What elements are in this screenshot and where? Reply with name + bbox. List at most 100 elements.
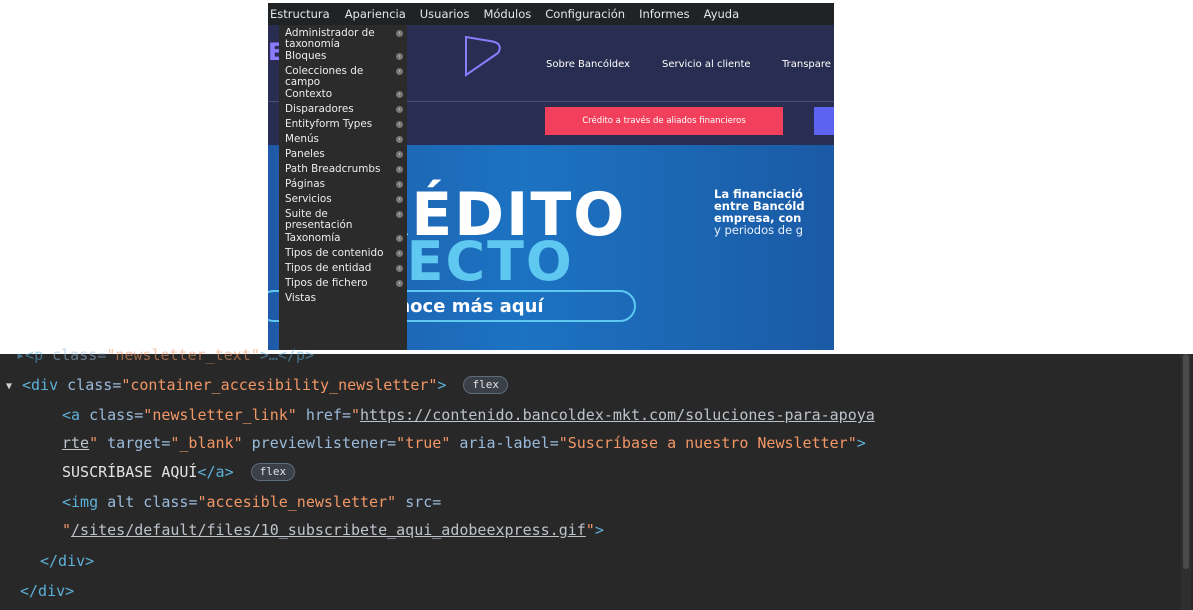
dropdown-item-paneles[interactable]: Paneles › [279,148,407,163]
dropdown-item-label: Disparadores [285,103,354,116]
attr-value: newsletter_text [115,346,251,364]
nav-link-servicio-cliente[interactable]: Servicio al cliente [662,59,751,70]
scrollbar-thumb[interactable] [1183,354,1189,569]
attr-value: newsletter_link [152,406,288,424]
expand-caret-icon[interactable]: ▼ [6,381,12,392]
dropdown-item-label: Bloques [285,50,327,63]
div-close-tag[interactable]: </div> [40,552,94,570]
admin-menu-item-informes[interactable]: Informes [632,7,697,21]
estructura-dropdown-menu: Administrador de taxonomía › Bloques › Col… [279,25,407,350]
devtools-scrollbar[interactable] [1181,354,1191,610]
admin-menu-item-estructura[interactable]: Estructura [268,7,338,21]
dropdown-item-label: Administrador de taxonomía [285,27,375,50]
img-node-line1[interactable]: <img alt class="accesible_newsletter" sr… [62,493,441,511]
dropdown-item-disparadores[interactable]: Disparadores › [279,103,407,118]
dropdown-item-label: Contexto [285,88,333,101]
expand-arrow-icon: › [396,234,403,242]
dropdown-item-path-breadcrumbs[interactable]: Path Breadcrumbs › [279,163,407,178]
dropdown-item-suite-presentacion[interactable]: Suite de presentación › [279,208,407,231]
expand-arrow-icon: › [396,53,403,61]
collapsed-p-node[interactable]: ▸<p class="newsletter_text">…</p> [16,346,314,364]
nav-link-transparencia[interactable]: Transpare [782,59,831,70]
dropdown-item-taxonomia[interactable]: Taxonomía › [279,232,407,247]
dropdown-item-label: Tipos de entidad [285,261,372,274]
expand-arrow-icon: › [396,196,403,204]
attr-value: true [405,434,442,452]
expand-arrow-icon: › [396,121,403,129]
admin-menu-item-ayuda[interactable]: Ayuda [697,7,747,21]
tag-name: img [71,493,99,511]
attr-name: alt [107,493,135,511]
href-link[interactable]: https://contenido.bancoldex-mkt.com/solu… [360,406,875,424]
secondary-nav-button[interactable] [814,107,834,135]
expand-arrow-icon: › [396,166,403,174]
expand-arrow-icon: › [396,181,403,189]
dropdown-item-label: Paneles [285,148,325,161]
expand-arrow-icon: › [396,211,403,219]
dropdown-item-bloques[interactable]: Bloques › [279,50,407,65]
website-screenshot: Estructura Apariencia Usuarios Módulos C… [268,3,834,350]
dropdown-item-colecciones-campo[interactable]: Colecciones de campo › [279,65,407,88]
href-link-continued[interactable]: rte [62,434,89,452]
a-node-line2[interactable]: rte" target="_blank" previewlistener="tr… [62,434,866,452]
expand-arrow-icon: › [396,68,403,76]
attr-name: previewlistener [251,434,388,452]
dropdown-item-label: Path Breadcrumbs [285,163,381,176]
tag-name: div [31,376,59,394]
dropdown-item-entityform-types[interactable]: Entityform Types › [279,118,407,133]
dropdown-item-tipos-fichero[interactable]: Tipos de fichero › [279,277,407,292]
devtools-elements-panel: ▸<p class="newsletter_text">…</p> ▼ <div… [0,346,1193,610]
a-node-line1[interactable]: <a class="newsletter_link" href="https:/… [62,406,875,424]
attr-value: container_accesibility_newsletter [130,376,429,394]
dropdown-item-label: Servicios [285,193,332,206]
img-node-line2[interactable]: "/sites/default/files/10_subscribete_aqu… [62,521,604,539]
tag-name: p [34,346,44,364]
expand-arrow-icon: › [396,30,403,37]
attr-name: class [89,406,135,424]
hero-side-text: La financiació entre Bancóld empresa, co… [714,188,805,236]
expand-arrow-icon: › [396,136,403,144]
a-node-line3[interactable]: SUSCRÍBASE AQUÍ</a> flex [62,463,296,481]
dropdown-item-label: Tipos de contenido [285,246,384,259]
flex-badge[interactable]: flex [250,463,296,481]
attr-value: _blank [179,434,234,452]
hero-side-line: y periodos de g [714,223,804,237]
node-prefix: ▸< [16,346,35,364]
hero-cta-label: onoce más aquí [385,296,544,317]
dropdown-item-administrador-taxonomia[interactable]: Administrador de taxonomía › [279,27,407,50]
attr-name: src [405,493,433,511]
expand-arrow-icon: › [396,279,403,287]
logo-b-icon [465,35,501,77]
attr-name: class [143,493,189,511]
credit-allies-button[interactable]: Crédito a través de aliados financieros [545,107,783,135]
dropdown-item-menus[interactable]: Menús › [279,133,407,148]
admin-menu-item-modulos[interactable]: Módulos [476,7,538,21]
dropdown-item-tipos-contenido[interactable]: Tipos de contenido › [279,247,407,262]
expand-arrow-icon: › [396,264,403,272]
attr-name: href [305,406,342,424]
admin-menu-item-usuarios[interactable]: Usuarios [413,7,477,21]
dropdown-item-label: Páginas [285,178,326,191]
div-close-outer-tag[interactable]: </div> [20,582,74,600]
attr-name: target [107,434,162,452]
attr-value: Suscríbase a nuestro Newsletter [567,434,848,452]
dropdown-item-tipos-entidad[interactable]: Tipos de entidad › [279,262,407,277]
nav-link-sobre-bancoldex[interactable]: Sobre Bancóldex [546,59,630,70]
dropdown-item-servicios[interactable]: Servicios › [279,193,407,208]
admin-menu-item-apariencia[interactable]: Apariencia [338,7,413,21]
dropdown-item-label: Menús [285,133,319,146]
dropdown-item-label: Tipos de fichero [285,276,368,289]
admin-menu-bar: Estructura Apariencia Usuarios Módulos C… [268,3,834,25]
dropdown-item-contexto[interactable]: Contexto › [279,88,407,103]
dropdown-item-paginas[interactable]: Páginas › [279,178,407,193]
src-link[interactable]: /sites/default/files/10_subscribete_aqui… [71,521,586,539]
attr-name: aria-label [459,434,550,452]
flex-badge[interactable]: flex [463,376,508,394]
tag-name: a [71,406,81,424]
dropdown-item-label: Colecciones de campo [285,65,364,88]
attr-name: class [67,376,113,394]
div-container-node[interactable]: <div class="container_accesibility_newsl… [22,376,508,394]
dropdown-item-vistas[interactable]: Vistas [279,292,407,307]
admin-menu-item-configuracion[interactable]: Configuración [538,7,632,21]
expand-arrow-icon: › [396,91,403,99]
